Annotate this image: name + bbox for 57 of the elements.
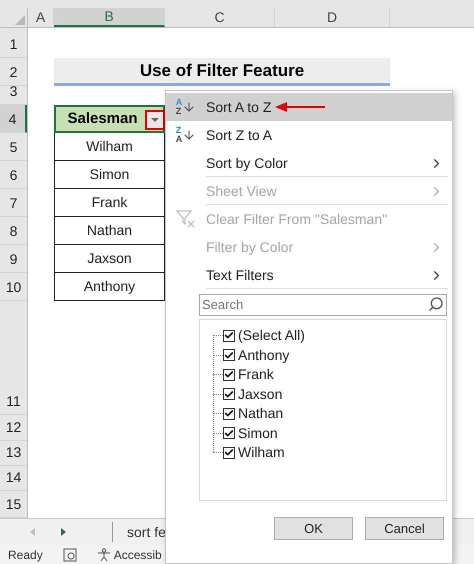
- table-header-cell: Salesman: [54, 105, 165, 133]
- sheet-tab[interactable]: sort fe: [127, 522, 166, 542]
- checkbox-label: Wilham: [238, 443, 285, 462]
- checkbox[interactable]: [223, 368, 235, 381]
- checkbox-label: Simon: [238, 424, 278, 443]
- row-header[interactable]: 1: [0, 28, 27, 58]
- menu-item-label: Text Filters: [206, 266, 274, 284]
- column-header[interactable]: B: [54, 8, 165, 27]
- macro-record-icon[interactable]: [62, 548, 77, 562]
- caret-icon: [151, 118, 159, 122]
- dialog-button[interactable]: Cancel: [365, 517, 444, 540]
- row-header[interactable]: 9: [0, 245, 27, 273]
- dialog-button[interactable]: OK: [274, 517, 353, 540]
- row-header[interactable]: 7: [0, 189, 27, 217]
- menu-item-label: Sheet View: [206, 182, 277, 200]
- menu-item-label: Filter by Color: [206, 238, 294, 257]
- row-header[interactable]: 11: [0, 301, 27, 415]
- pointer-arrow: [275, 102, 326, 112]
- row-header[interactable]: 10: [0, 273, 27, 301]
- menu-item[interactable]: Text Filters: [166, 261, 452, 289]
- checkbox-label: Jaxson: [238, 384, 282, 404]
- row-header[interactable]: 8: [0, 217, 27, 245]
- checkbox-label: (Select All): [238, 326, 305, 346]
- checkbox[interactable]: [223, 446, 235, 459]
- checkbox[interactable]: [223, 388, 235, 400]
- menu-item-label: Clear Filter From "Salesman": [206, 210, 388, 228]
- row-header[interactable]: 14: [0, 466, 27, 491]
- accessibility-icon[interactable]: [96, 548, 111, 562]
- menu-item[interactable]: A Z Sort A to Z: [166, 93, 452, 121]
- search-icon: [428, 296, 444, 312]
- row-header[interactable]: 4: [0, 105, 27, 133]
- search-field[interactable]: Search: [199, 294, 447, 316]
- scroll-right-icon[interactable]: [61, 528, 66, 536]
- checkbox-label: Frank: [238, 365, 274, 384]
- row-header[interactable]: 12: [0, 415, 27, 441]
- menu-item[interactable]: Z A Sort Z to A: [166, 121, 452, 149]
- menu-item-label: Sort A to Z: [206, 98, 272, 116]
- row-header[interactable]: 6: [0, 161, 27, 189]
- row-header[interactable]: 13: [0, 441, 27, 466]
- row-header[interactable]: 2: [0, 58, 27, 86]
- checkbox[interactable]: [223, 330, 235, 342]
- checkbox[interactable]: [223, 349, 235, 362]
- accessibility-status[interactable]: Accessib: [114, 546, 162, 564]
- filter-dropdown-button[interactable]: [145, 110, 165, 130]
- status-text: Ready: [8, 546, 43, 564]
- clear-filter-icon: [176, 210, 196, 228]
- checkbox[interactable]: [223, 427, 235, 440]
- title-cell: Use of Filter Feature: [54, 58, 390, 86]
- checkbox-label: Nathan: [238, 404, 284, 424]
- checkbox-label: Anthony: [238, 346, 290, 365]
- menu-item-label: Sort Z to A: [206, 126, 272, 144]
- checkbox[interactable]: [223, 408, 235, 420]
- column-header[interactable]: C: [165, 8, 275, 27]
- menu-item-label: Sort by Color: [206, 154, 288, 173]
- row-header[interactable]: 5: [0, 133, 27, 161]
- column-header[interactable]: D: [275, 8, 390, 27]
- menu-item[interactable]: Sort by Color: [166, 149, 452, 177]
